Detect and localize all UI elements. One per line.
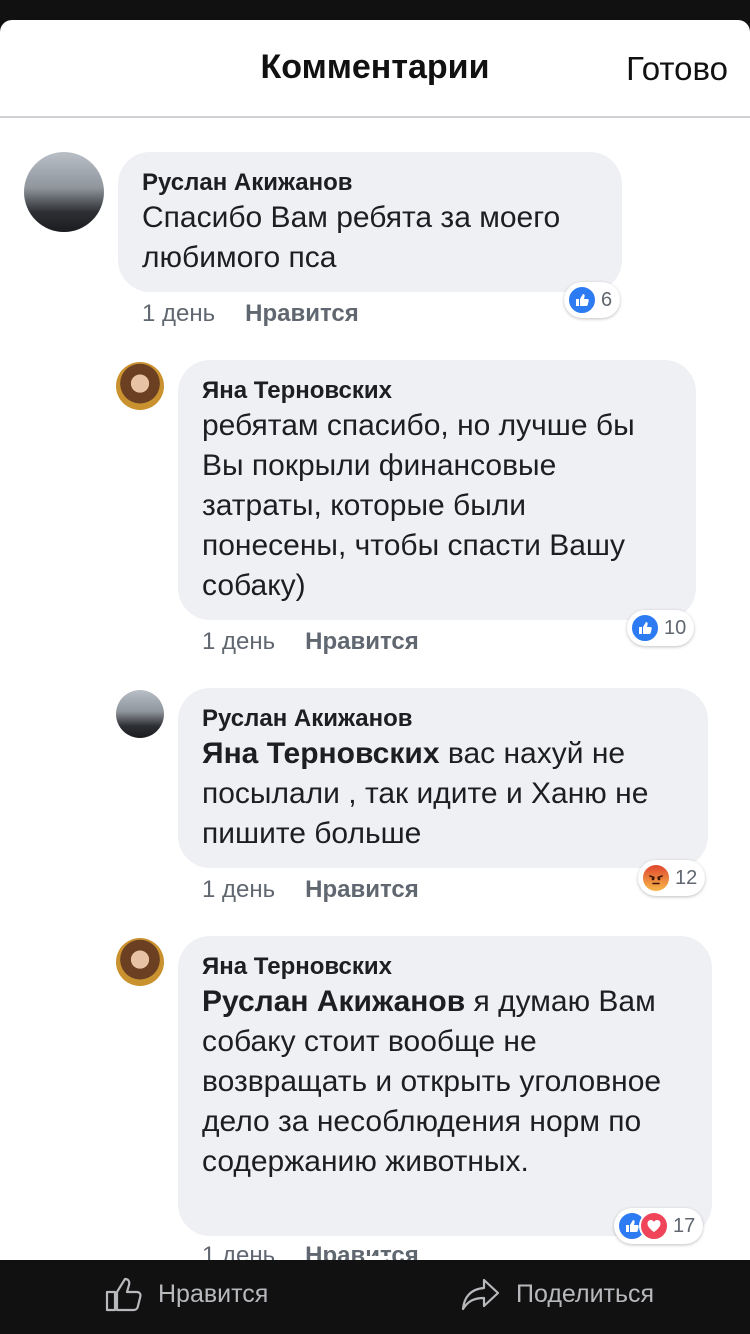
comment-mention[interactable]: Яна Терновских [202,737,440,770]
reaction-count: 10 [664,616,687,639]
comment-bubble[interactable]: Руслан Акижанов Спасибо Вам ребята за мо… [118,152,622,292]
header: Комментарии Готово [0,20,750,118]
like-button[interactable]: Нравится [104,1274,268,1314]
comment-author[interactable]: Яна Терновских [202,376,672,406]
reaction-count: 12 [675,866,698,889]
comment-meta: 1 день Нравится [202,628,419,656]
like-button-label: Нравится [158,1279,269,1308]
comment-text-body: Спасибо Вам ребята за моего любимого пса [142,201,561,274]
reaction-summary[interactable]: 17 [614,1208,704,1244]
comment-text: Руслан Акижанов я думаю Вам собаку стоит… [202,982,688,1182]
reaction-summary[interactable]: 10 [627,610,695,646]
comment-mention[interactable]: Руслан Акижанов [202,985,465,1018]
comment-like-link[interactable]: Нравится [305,628,419,655]
comments-sheet: Комментарии Готово Руслан Акижанов Спаси… [0,20,750,1260]
comment-author[interactable]: Руслан Акижанов [142,168,598,198]
comment-bubble[interactable]: Руслан Акижанов Яна Терновских вас нахуй… [178,688,708,868]
angry-icon [641,863,671,893]
reaction-count: 6 [601,288,613,311]
share-button-label: Поделиться [516,1279,655,1308]
comment-time: 1 день [202,876,276,903]
bottom-action-bar: Нравится Поделиться [0,1260,750,1334]
comment-text: ребятам спасибо, но лучше бы Вы покрыли … [202,406,672,606]
done-button[interactable]: Готово [626,50,728,88]
avatar[interactable] [116,362,164,410]
avatar[interactable] [116,938,164,986]
comment-bubble[interactable]: Яна Терновских ребятам спасибо, но лучше… [178,360,696,620]
comment-time: 1 день [202,1242,276,1260]
reaction-summary[interactable]: 12 [638,860,706,896]
comment-meta: 1 день Нравится [142,300,359,328]
love-icon [639,1211,669,1241]
like-icon [567,285,597,315]
share-icon [461,1278,500,1311]
comment-author[interactable]: Яна Терновских [202,952,688,982]
like-icon [630,613,660,643]
comment-time: 1 день [202,628,276,655]
thumbs-up-icon [105,1277,142,1312]
comment-text: Спасибо Вам ребята за моего любимого пса [142,198,598,278]
comment-like-link[interactable]: Нравится [305,876,419,903]
share-button[interactable]: Поделиться [460,1274,654,1314]
comment-text: Яна Терновских вас нахуй не посылали , т… [202,734,684,854]
avatar[interactable] [116,690,164,738]
reaction-summary[interactable]: 6 [564,282,621,318]
comment-time: 1 день [142,300,216,327]
comment-meta: 1 день Нравится [202,876,419,904]
reaction-count: 17 [673,1214,696,1237]
comment-text-body: ребятам спасибо, но лучше бы Вы покрыли … [202,409,635,602]
comment-bubble[interactable]: Яна Терновских Руслан Акижанов я думаю В… [178,936,712,1236]
comment-like-link[interactable]: Нравится [245,300,359,327]
avatar[interactable] [24,152,104,232]
comment-author[interactable]: Руслан Акижанов [202,704,684,734]
